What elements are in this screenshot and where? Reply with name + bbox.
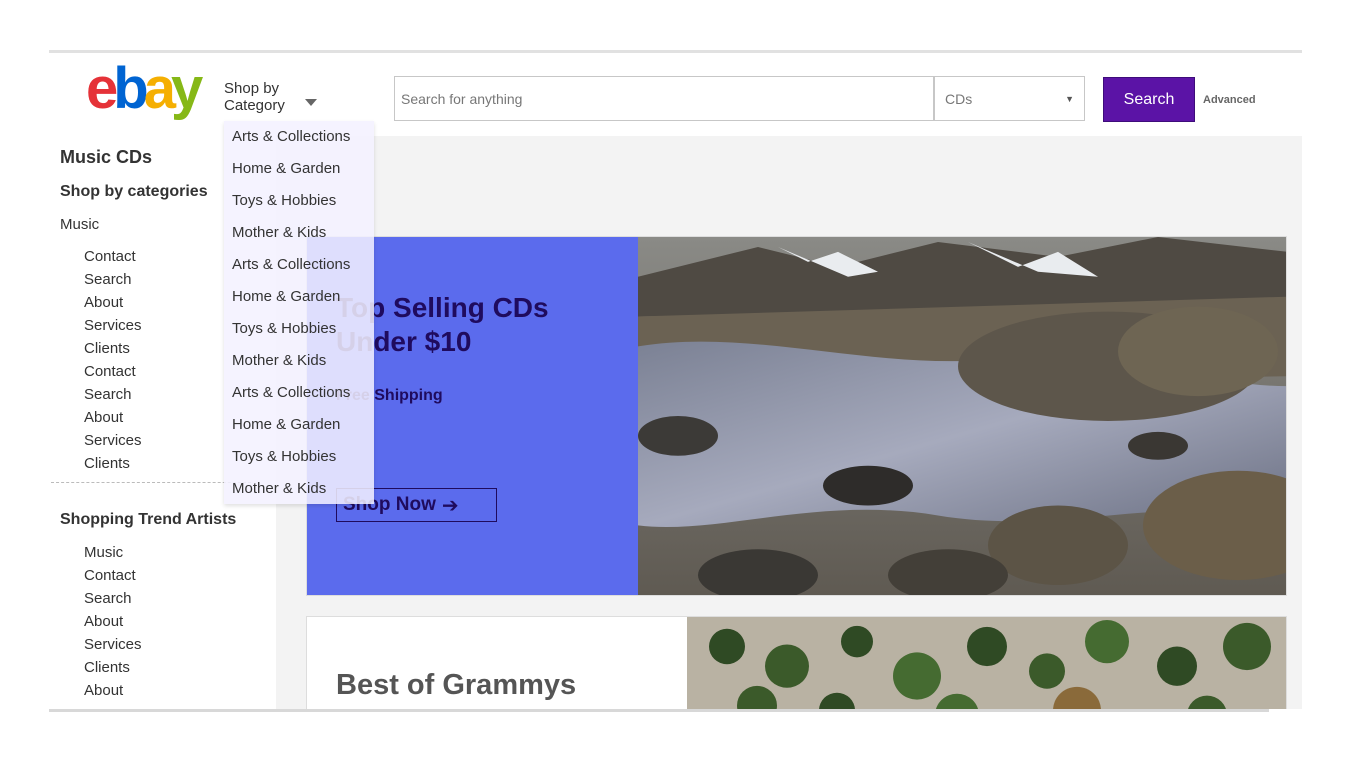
sidebar-subtitle: Shop by categories — [60, 183, 208, 200]
sidebar-link[interactable]: Contact — [84, 248, 142, 271]
trend-link[interactable]: About — [84, 682, 142, 705]
sidebar-link[interactable]: Services — [84, 432, 142, 455]
select-arrow-icon: ▼ — [1065, 93, 1074, 104]
trend-link[interactable]: About — [84, 613, 142, 636]
dropdown-item[interactable]: Home & Garden — [232, 160, 350, 192]
top-divider — [49, 50, 1302, 53]
trend-link[interactable]: Search — [84, 590, 142, 613]
hero-banner: Top Selling CDs Under $10 Free Shipping … — [306, 236, 1287, 596]
sidebar-link[interactable]: Search — [84, 386, 142, 409]
dropdown-item[interactable]: Mother & Kids — [232, 224, 350, 256]
trend-link[interactable]: Music — [84, 544, 142, 567]
sidebar-link[interactable]: Clients — [84, 340, 142, 363]
sidebar-title: Music CDs — [60, 147, 153, 167]
search-input[interactable] — [394, 76, 934, 121]
dropdown-item[interactable]: Arts & Collections — [232, 128, 350, 160]
dropdown-item[interactable]: Toys & Hobbies — [232, 448, 350, 480]
grammys-title: Best of Grammys — [336, 669, 577, 701]
grammys-card: Best of Grammys — [306, 616, 1287, 709]
trend-link[interactable]: Services — [84, 636, 142, 659]
category-select[interactable]: CDs ▼ — [934, 76, 1085, 121]
forest-image — [687, 617, 1286, 709]
logo-letter-b: b — [113, 56, 149, 121]
sidebar-link[interactable]: Clients — [84, 455, 142, 478]
sidebar-link[interactable]: Search — [84, 271, 142, 294]
sidebar-category-music[interactable]: Music — [60, 216, 99, 233]
river-rocks-image — [638, 237, 1286, 595]
dropdown-item[interactable]: Mother & Kids — [232, 480, 350, 512]
sidebar-links: Contact Search About Services Clients Co… — [84, 248, 142, 478]
sidebar-divider — [51, 482, 251, 483]
trend-link[interactable]: Clients — [84, 659, 142, 682]
dropdown-item[interactable]: Mother & Kids — [232, 352, 350, 384]
dropdown-item[interactable]: Home & Garden — [232, 288, 350, 320]
search-button[interactable]: Search — [1103, 77, 1195, 122]
dropdown-item[interactable]: Home & Garden — [232, 416, 350, 448]
category-dropdown-menu: Arts & Collections Home & Garden Toys & … — [224, 121, 374, 504]
logo-letter-a: a — [143, 56, 176, 121]
dropdown-item[interactable]: Arts & Collections — [232, 256, 350, 288]
arrow-right-icon: ➔ — [441, 494, 459, 517]
sidebar-link[interactable]: About — [84, 409, 142, 432]
category-select-value: CDs — [945, 90, 973, 107]
trend-artists-title: Shopping Trend Artists — [60, 511, 237, 528]
sidebar-link[interactable]: Contact — [84, 363, 142, 386]
advanced-search-link[interactable]: Advanced — [1203, 94, 1256, 106]
hero-title: Top Selling CDs Under $10 — [336, 292, 549, 357]
trend-links: Music Contact Search About Services Clie… — [84, 544, 142, 705]
chevron-down-icon[interactable] — [305, 99, 317, 106]
dropdown-item[interactable]: Toys & Hobbies — [232, 320, 350, 352]
logo-letter-e: e — [86, 56, 118, 121]
logo-letter-y: y — [170, 56, 203, 121]
dropdown-item[interactable]: Arts & Collections — [232, 384, 350, 416]
sidebar-link[interactable]: Services — [84, 317, 142, 340]
shop-by-category-button[interactable]: Shop by Category — [224, 80, 324, 114]
main-content: Top Selling CDs Under $10 Free Shipping … — [276, 136, 1302, 709]
ebay-logo[interactable]: ebay — [86, 58, 216, 120]
bottom-divider — [49, 709, 1269, 712]
trend-link[interactable]: Contact — [84, 567, 142, 590]
sidebar-link[interactable]: About — [84, 294, 142, 317]
dropdown-item[interactable]: Toys & Hobbies — [232, 192, 350, 224]
